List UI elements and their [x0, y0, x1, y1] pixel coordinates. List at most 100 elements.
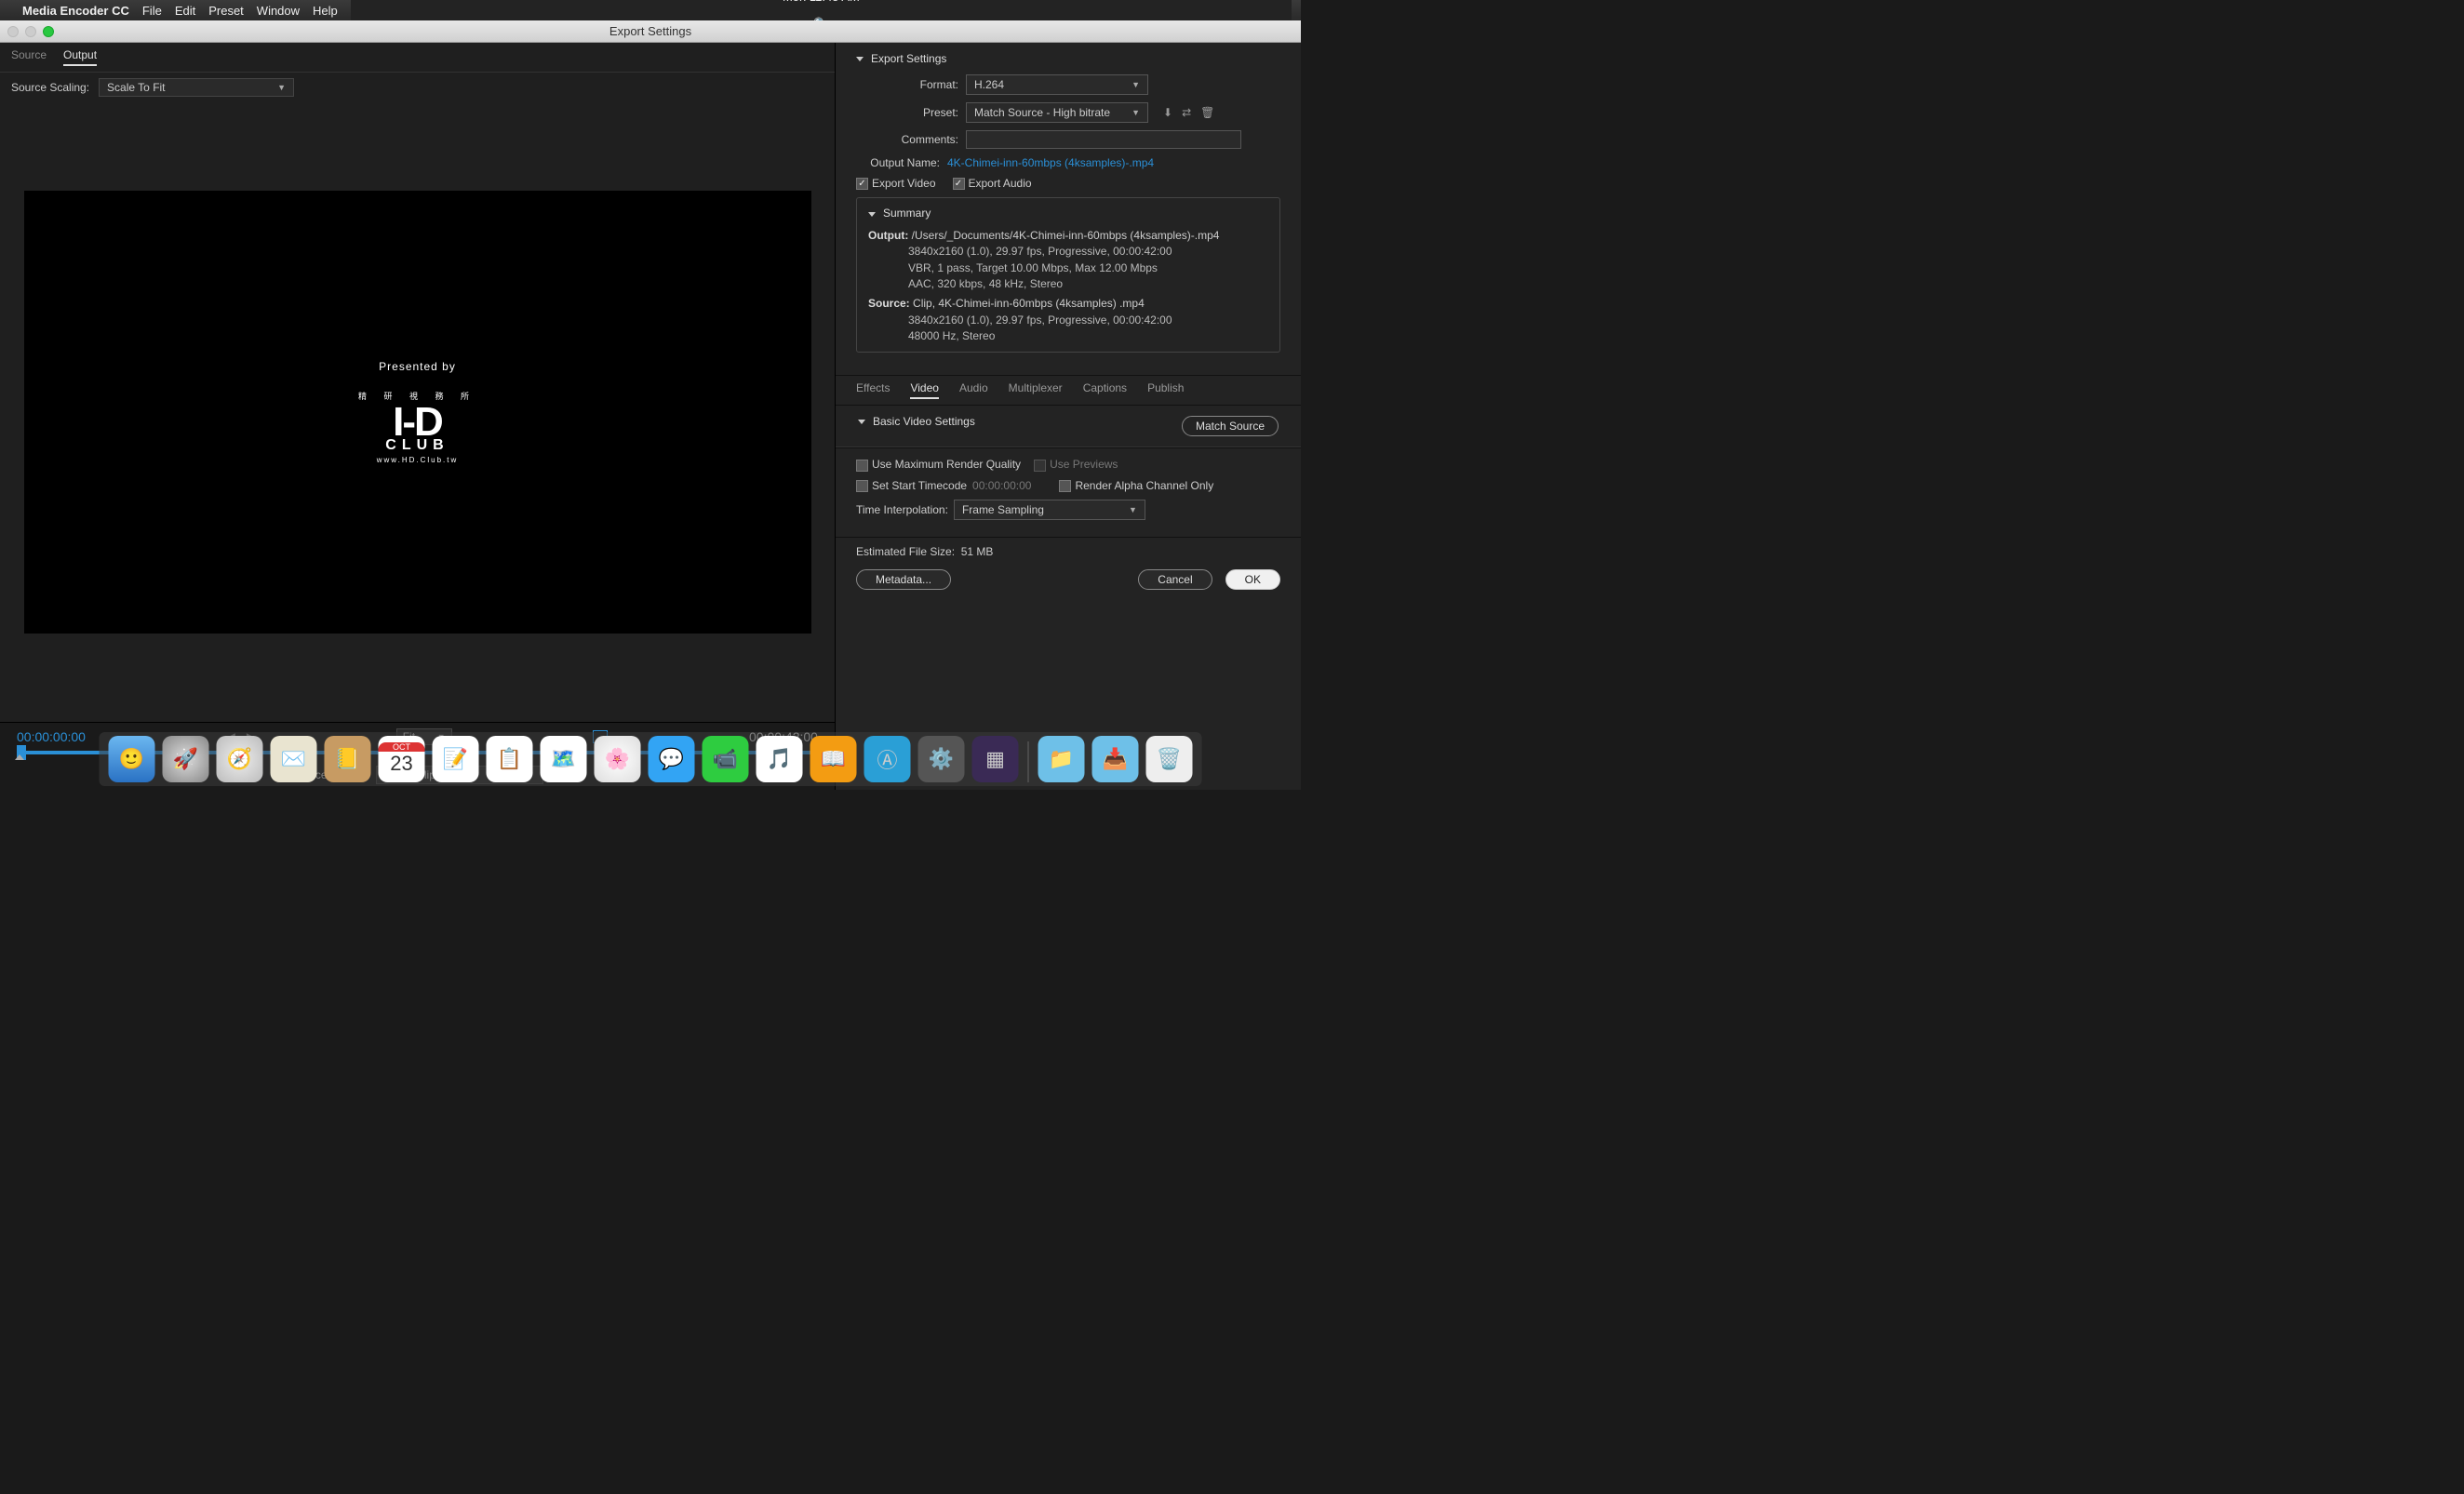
- preset-label: Preset:: [856, 106, 958, 119]
- preview-brand-bot: CLUB: [358, 437, 476, 454]
- set-start-timecode-checkbox[interactable]: Set Start Timecode: [856, 479, 967, 492]
- dock-trash-icon[interactable]: 🗑️: [1146, 736, 1193, 782]
- tab-audio[interactable]: Audio: [959, 381, 988, 399]
- timecode-current[interactable]: 00:00:00:00: [17, 729, 86, 744]
- window-minimize-button[interactable]: [25, 26, 36, 37]
- start-timecode-value[interactable]: 00:00:00:00: [972, 479, 1031, 492]
- dock-itunes-icon[interactable]: 🎵: [757, 736, 803, 782]
- match-source-button[interactable]: Match Source: [1182, 416, 1279, 436]
- estimated-size-value: 51 MB: [961, 545, 994, 558]
- tab-captions[interactable]: Captions: [1083, 381, 1127, 399]
- menubar-clock[interactable]: Mon 11:45 AM: [783, 0, 860, 4]
- summary-output-l4: AAC, 320 kbps, 48 kHz, Stereo: [908, 276, 1268, 292]
- preview-pane: Source Output Source Scaling: Scale To F…: [0, 43, 836, 790]
- dock-photos-icon[interactable]: 🌸: [595, 736, 641, 782]
- time-interpolation-dropdown[interactable]: Frame Sampling ▼: [954, 500, 1145, 520]
- source-scaling-dropdown[interactable]: Scale To Fit ▼: [99, 78, 294, 97]
- dock-mail-icon[interactable]: ✉️: [271, 736, 317, 782]
- macos-menubar: Media Encoder CC File Edit Preset Window…: [0, 0, 1301, 20]
- tab-video[interactable]: Video: [910, 381, 938, 399]
- export-audio-checkbox[interactable]: Export Audio: [953, 177, 1032, 190]
- tab-publish[interactable]: Publish: [1147, 381, 1184, 399]
- use-previews-checkbox: Use Previews: [1034, 458, 1118, 471]
- export-settings-title: Export Settings: [871, 52, 946, 65]
- dock-reminders-icon[interactable]: 📋: [487, 736, 533, 782]
- use-max-quality-checkbox[interactable]: Use Maximum Render Quality: [856, 458, 1021, 471]
- dock-facetime-icon[interactable]: 📹: [703, 736, 749, 782]
- tab-effects[interactable]: Effects: [856, 381, 890, 399]
- menu-preset[interactable]: Preset: [208, 4, 244, 18]
- export-video-label: Export Video: [872, 177, 936, 190]
- source-scaling-label: Source Scaling:: [11, 81, 89, 94]
- comments-input[interactable]: [966, 130, 1241, 149]
- summary-title: Summary: [883, 206, 931, 221]
- output-name-link[interactable]: 4K-Chimei-inn-60mbps (4ksamples)-.mp4: [947, 156, 1154, 169]
- dock-calendar-icon[interactable]: OCT 23: [379, 736, 425, 782]
- summary-source-label: Source:: [868, 297, 910, 310]
- render-alpha-checkbox[interactable]: Render Alpha Channel Only: [1059, 479, 1213, 492]
- export-video-checkbox[interactable]: Export Video: [856, 177, 936, 190]
- basic-video-settings-header[interactable]: Basic Video Settings: [858, 415, 975, 428]
- summary-source-l3: 48000 Hz, Stereo: [908, 328, 1268, 344]
- use-previews-label: Use Previews: [1050, 458, 1118, 471]
- set-start-timecode-label: Set Start Timecode: [872, 479, 967, 492]
- ok-button[interactable]: OK: [1225, 569, 1280, 590]
- preview-logo: 精 研 視 務 所 I-D CLUB www.HD.Club.tw: [358, 390, 476, 463]
- window-close-button[interactable]: [7, 26, 19, 37]
- dock-finder-icon[interactable]: 🙂: [109, 736, 155, 782]
- preview-brand-top: I-D: [358, 406, 476, 438]
- menu-edit[interactable]: Edit: [175, 4, 195, 18]
- metadata-button[interactable]: Metadata...: [856, 569, 951, 590]
- preset-dropdown[interactable]: Match Source - High bitrate ▼: [966, 102, 1148, 123]
- tab-source[interactable]: Source: [11, 48, 47, 66]
- format-label: Format:: [856, 78, 958, 91]
- in-point-handle[interactable]: [15, 754, 24, 760]
- summary-source-l1: Clip, 4K-Chimei-inn-60mbps (4ksamples) .…: [913, 297, 1145, 310]
- window-zoom-button[interactable]: [43, 26, 54, 37]
- output-name-label: Output Name:: [856, 156, 940, 169]
- tab-multiplexer[interactable]: Multiplexer: [1009, 381, 1063, 399]
- dock-messages-icon[interactable]: 💬: [649, 736, 695, 782]
- disclosure-triangle-icon: [856, 57, 864, 61]
- menu-help[interactable]: Help: [313, 4, 338, 18]
- menu-window[interactable]: Window: [257, 4, 300, 18]
- time-interpolation-label: Time Interpolation:: [856, 503, 948, 516]
- summary-header[interactable]: Summary: [868, 206, 1268, 221]
- format-dropdown[interactable]: H.264 ▼: [966, 74, 1148, 95]
- dock-launchpad-icon[interactable]: 🚀: [163, 736, 209, 782]
- summary-box: Summary Output: /Users/_Documents/4K-Chi…: [856, 197, 1280, 353]
- dock-downloads-folder-icon[interactable]: 📥: [1092, 736, 1139, 782]
- preview-presented-by: Presented by: [379, 360, 456, 373]
- save-preset-icon[interactable]: ⬇: [1163, 106, 1172, 119]
- disclosure-triangle-icon: [868, 212, 876, 217]
- estimated-size-label: Estimated File Size:: [856, 545, 955, 558]
- calendar-month: OCT: [379, 742, 425, 752]
- chevron-down-icon: ▼: [1129, 505, 1137, 514]
- dock-apps-folder-icon[interactable]: 📁: [1038, 736, 1085, 782]
- dock-notes-icon[interactable]: 📝: [433, 736, 479, 782]
- summary-output-l2: 3840x2160 (1.0), 29.97 fps, Progressive,…: [908, 244, 1268, 260]
- settings-pane: Export Settings Format: H.264 ▼ Preset: …: [836, 43, 1301, 790]
- chevron-down-icon: ▼: [277, 83, 286, 92]
- app-name[interactable]: Media Encoder CC: [22, 4, 129, 18]
- dock-mediaencoder-icon[interactable]: ▦: [972, 736, 1019, 782]
- import-preset-icon[interactable]: ⇄: [1182, 106, 1191, 119]
- basic-video-settings-title: Basic Video Settings: [873, 415, 975, 428]
- delete-preset-icon[interactable]: 🗑: [1200, 106, 1214, 119]
- macos-dock: 🙂 🚀 🧭 ✉️ 📒 OCT 23 📝 📋 🗺️ 🌸 💬 📹 🎵 📖 Ⓐ ⚙️ …: [100, 732, 1202, 786]
- menu-file[interactable]: File: [142, 4, 162, 18]
- disclosure-triangle-icon: [858, 420, 865, 424]
- dock-maps-icon[interactable]: 🗺️: [541, 736, 587, 782]
- tab-output[interactable]: Output: [63, 48, 97, 66]
- dock-contacts-icon[interactable]: 📒: [325, 736, 371, 782]
- export-settings-header[interactable]: Export Settings: [856, 52, 1280, 65]
- dock-ibooks-icon[interactable]: 📖: [810, 736, 857, 782]
- window-title: Export Settings: [609, 24, 691, 38]
- summary-output-label: Output:: [868, 229, 908, 242]
- use-max-quality-label: Use Maximum Render Quality: [872, 458, 1021, 471]
- cancel-button[interactable]: Cancel: [1138, 569, 1212, 590]
- dock-appstore-icon[interactable]: Ⓐ: [864, 736, 911, 782]
- time-interpolation-value: Frame Sampling: [962, 503, 1044, 516]
- dock-safari-icon[interactable]: 🧭: [217, 736, 263, 782]
- dock-sysprefs-icon[interactable]: ⚙️: [918, 736, 965, 782]
